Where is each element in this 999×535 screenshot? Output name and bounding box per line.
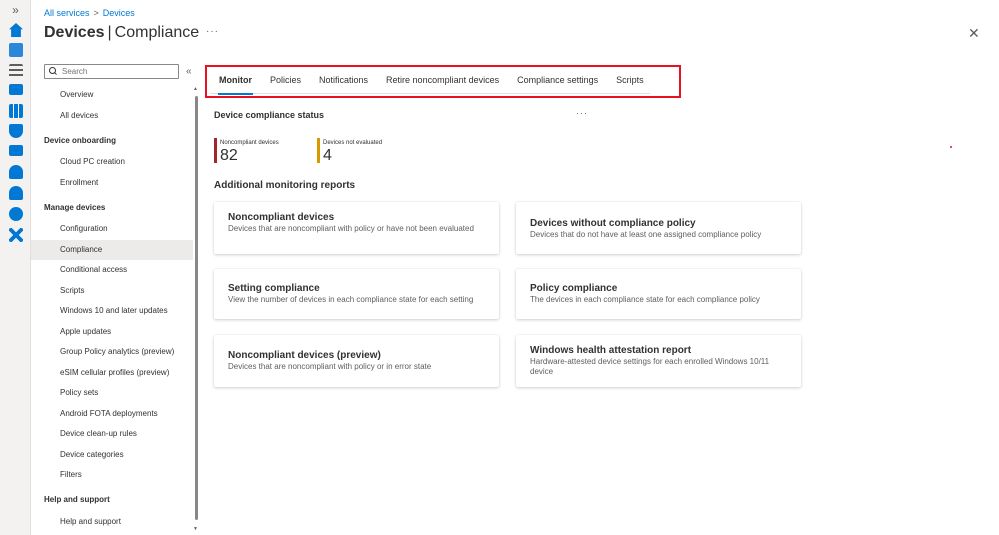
tab-monitor[interactable]: Monitor <box>210 70 261 95</box>
close-icon[interactable]: ✕ <box>968 25 980 42</box>
report-card-title: Policy compliance <box>530 283 618 294</box>
cursor-marker-dot <box>950 146 952 148</box>
page-title-separator: | <box>107 24 112 41</box>
endpoint-security-icon[interactable] <box>9 124 23 138</box>
metric-noncompliant-devices[interactable]: Noncompliant devices 82 <box>214 138 279 164</box>
tab-retire-noncompliant-devices[interactable]: Retire noncompliant devices <box>377 70 508 94</box>
sidebar-group-manage-devices: Manage devices <box>44 203 106 212</box>
sidebar-item-esim-cellular-profiles[interactable]: eSIM cellular profiles (preview) <box>31 363 193 383</box>
metric-value: 4 <box>323 147 332 164</box>
tab-policies[interactable]: Policies <box>261 70 310 94</box>
report-card-windows-health-attestation[interactable]: Windows health attestation report Hardwa… <box>516 335 801 387</box>
sidebar-item-cloud-pc-creation[interactable]: Cloud PC creation <box>31 152 193 172</box>
sidebar-item-configuration[interactable]: Configuration <box>31 219 193 239</box>
report-card-policy-compliance[interactable]: Policy compliance The devices in each co… <box>516 269 801 319</box>
breadcrumb-devices[interactable]: Devices <box>103 8 135 18</box>
sidebar-item-policy-sets[interactable]: Policy sets <box>31 383 193 403</box>
more-options-button[interactable]: ··· <box>206 26 219 37</box>
sidebar-item-android-fota[interactable]: Android FOTA deployments <box>31 404 193 424</box>
expand-menu-icon[interactable]: » <box>0 3 31 17</box>
search-box[interactable] <box>44 64 179 79</box>
report-card-description: Devices that are noncompliant with polic… <box>228 362 432 371</box>
sidebar-item-windows-updates[interactable]: Windows 10 and later updates <box>31 301 193 321</box>
search-input[interactable] <box>62 67 172 76</box>
compliance-status-title: Device compliance status <box>214 110 325 120</box>
report-card-description: Hardware-attested device settings for ea… <box>530 357 770 376</box>
sidebar-item-device-clean-up-rules[interactable]: Device clean-up rules <box>31 424 193 444</box>
tab-scripts[interactable]: Scripts <box>607 70 653 94</box>
sidebar-item-group-policy-analytics[interactable]: Group Policy analytics (preview) <box>31 342 193 362</box>
dashboard-icon[interactable] <box>9 43 23 57</box>
report-card-title: Windows health attestation report <box>530 345 692 356</box>
sidebar-item-apple-updates[interactable]: Apple updates <box>31 322 193 342</box>
sidebar-item-compliance[interactable]: Compliance <box>31 240 193 260</box>
users-icon[interactable] <box>9 165 23 179</box>
report-card-noncompliant-devices-preview[interactable]: Noncompliant devices (preview) Devices t… <box>214 335 499 387</box>
tab-notifications[interactable]: Notifications <box>310 70 377 94</box>
report-card-setting-compliance[interactable]: Setting compliance View the number of de… <box>214 269 499 319</box>
troubleshooting-icon[interactable] <box>9 228 23 242</box>
tenant-admin-icon[interactable] <box>9 207 23 221</box>
report-card-description: The devices in each compliance state for… <box>530 295 760 304</box>
metric-bar-noncompliant <box>214 138 217 163</box>
scroll-down-icon[interactable]: ▼ <box>193 526 198 532</box>
collapse-sidebar-icon[interactable]: « <box>186 66 192 77</box>
sidebar-item-enrollment[interactable]: Enrollment <box>31 173 193 193</box>
all-services-icon[interactable] <box>9 64 23 78</box>
tab-compliance-settings[interactable]: Compliance settings <box>508 70 607 94</box>
sidebar-item-filters[interactable]: Filters <box>31 465 193 485</box>
apps-icon[interactable] <box>9 104 23 118</box>
report-card-description: View the number of devices in each compl… <box>228 295 474 304</box>
page-title-secondary: Compliance <box>114 24 200 41</box>
portal-left-rail: » <box>0 0 31 535</box>
sidebar-item-all-devices[interactable]: All devices <box>31 106 193 126</box>
report-card-title: Noncompliant devices <box>228 212 335 223</box>
breadcrumb-separator: > <box>93 8 99 18</box>
report-card-title: Devices without compliance policy <box>530 218 696 229</box>
breadcrumb-all-services[interactable]: All services <box>44 8 90 18</box>
sidebar-item-conditional-access[interactable]: Conditional access <box>31 260 193 280</box>
sidebar-scrollbar-thumb[interactable] <box>195 96 198 520</box>
sidebar-item-overview[interactable]: Overview <box>31 85 193 105</box>
sidebar-group-help-and-support: Help and support <box>44 495 110 504</box>
sidebar-item-help-and-support[interactable]: Help and support <box>31 512 193 532</box>
report-card-description: Devices that do not have at least one as… <box>530 230 762 239</box>
report-card-devices-without-compliance-policy[interactable]: Devices without compliance policy Device… <box>516 202 801 254</box>
metric-bar-not-evaluated <box>317 138 320 163</box>
report-card-title: Setting compliance <box>228 283 320 294</box>
search-icon <box>49 67 58 76</box>
sidebar-item-scripts[interactable]: Scripts <box>31 281 193 301</box>
sidebar-group-device-onboarding: Device onboarding <box>44 136 117 145</box>
scroll-up-icon[interactable]: ▲ <box>193 86 198 92</box>
monitoring-reports-title: Additional monitoring reports <box>214 180 356 191</box>
reports-icon[interactable] <box>9 145 23 156</box>
groups-icon[interactable] <box>9 186 23 200</box>
metric-value: 82 <box>220 147 238 164</box>
status-more-button[interactable]: ··· <box>576 108 588 118</box>
page-title-primary: Devices <box>44 24 105 41</box>
sidebar-item-device-categories[interactable]: Device categories <box>31 445 193 465</box>
metric-devices-not-evaluated[interactable]: Devices not evaluated 4 <box>317 138 382 164</box>
page-title: Devices | Compliance <box>44 24 199 42</box>
report-card-noncompliant-devices[interactable]: Noncompliant devices Devices that are no… <box>214 202 499 254</box>
tab-bar: Monitor Policies Notifications Retire no… <box>210 70 653 95</box>
report-card-title: Noncompliant devices (preview) <box>228 350 381 361</box>
report-card-description: Devices that are noncompliant with polic… <box>228 224 474 233</box>
breadcrumb: All services > Devices <box>44 8 135 18</box>
devices-icon[interactable] <box>9 84 23 95</box>
home-icon[interactable] <box>9 23 23 37</box>
